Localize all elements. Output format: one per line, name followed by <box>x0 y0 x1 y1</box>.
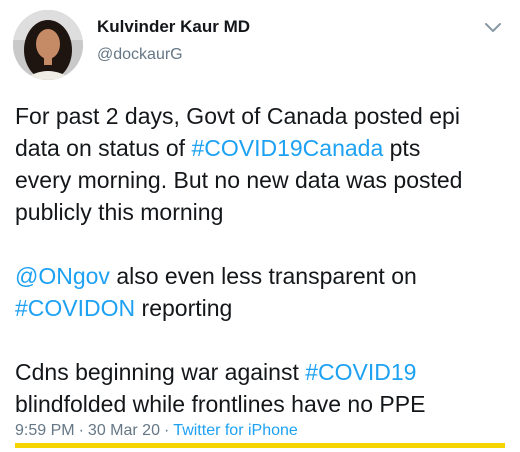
tweet-text-fragment: also even less transparent on <box>109 263 417 289</box>
tweet-paragraph: Cdns beginning war against #COVID19 blin… <box>15 356 515 420</box>
tweet-paragraph: @ONgov also even less transparent on #CO… <box>15 260 515 324</box>
tweet-text-line: every morning. But no new data was poste… <box>15 167 463 193</box>
tweet-metadata: 9:59 PM · 30 Mar 20 · Twitter for iPhone <box>15 420 298 442</box>
tweet-source-link[interactable]: Twitter for iPhone <box>173 422 298 439</box>
tweet-text: For past 2 days, Govt of Canada posted e… <box>15 100 515 420</box>
tweet-text-line: For past 2 days, Govt of Canada posted e… <box>15 103 460 129</box>
highlight-bar <box>15 443 505 448</box>
tweet-text-line: blindfolded while frontlines have no PPE <box>15 391 426 417</box>
hashtag-link[interactable]: #COVID19Canada <box>191 135 383 161</box>
tweet-text-fragment: pts <box>383 135 421 161</box>
tweet-text-fragment: reporting <box>135 295 233 321</box>
author-info: Kulvinder Kaur MD @dockaurG <box>97 16 250 66</box>
avatar[interactable] <box>13 10 83 80</box>
tweet-date[interactable]: 30 Mar 20 <box>88 422 160 439</box>
chevron-down-icon[interactable] <box>482 20 504 36</box>
avatar-photo <box>13 10 83 80</box>
author-handle[interactable]: @dockaurG <box>97 44 250 66</box>
tweet-text-fragment: Cdns beginning war against <box>15 359 306 385</box>
mention-link[interactable]: @ONgov <box>15 263 110 289</box>
tweet-text-fragment: data on status of <box>15 135 192 161</box>
hashtag-link[interactable]: #COVID19 <box>305 359 416 385</box>
tweet-paragraph: For past 2 days, Govt of Canada posted e… <box>15 100 515 228</box>
tweet-text-line: publicly this morning <box>15 199 224 225</box>
separator: · <box>78 422 84 439</box>
author-name[interactable]: Kulvinder Kaur MD <box>97 16 250 38</box>
tweet: Kulvinder Kaur MD @dockaurG For past 2 d… <box>0 0 520 452</box>
tweet-time[interactable]: 9:59 PM <box>15 422 75 439</box>
hashtag-link[interactable]: #COVIDON <box>15 295 135 321</box>
separator: · <box>163 422 170 439</box>
